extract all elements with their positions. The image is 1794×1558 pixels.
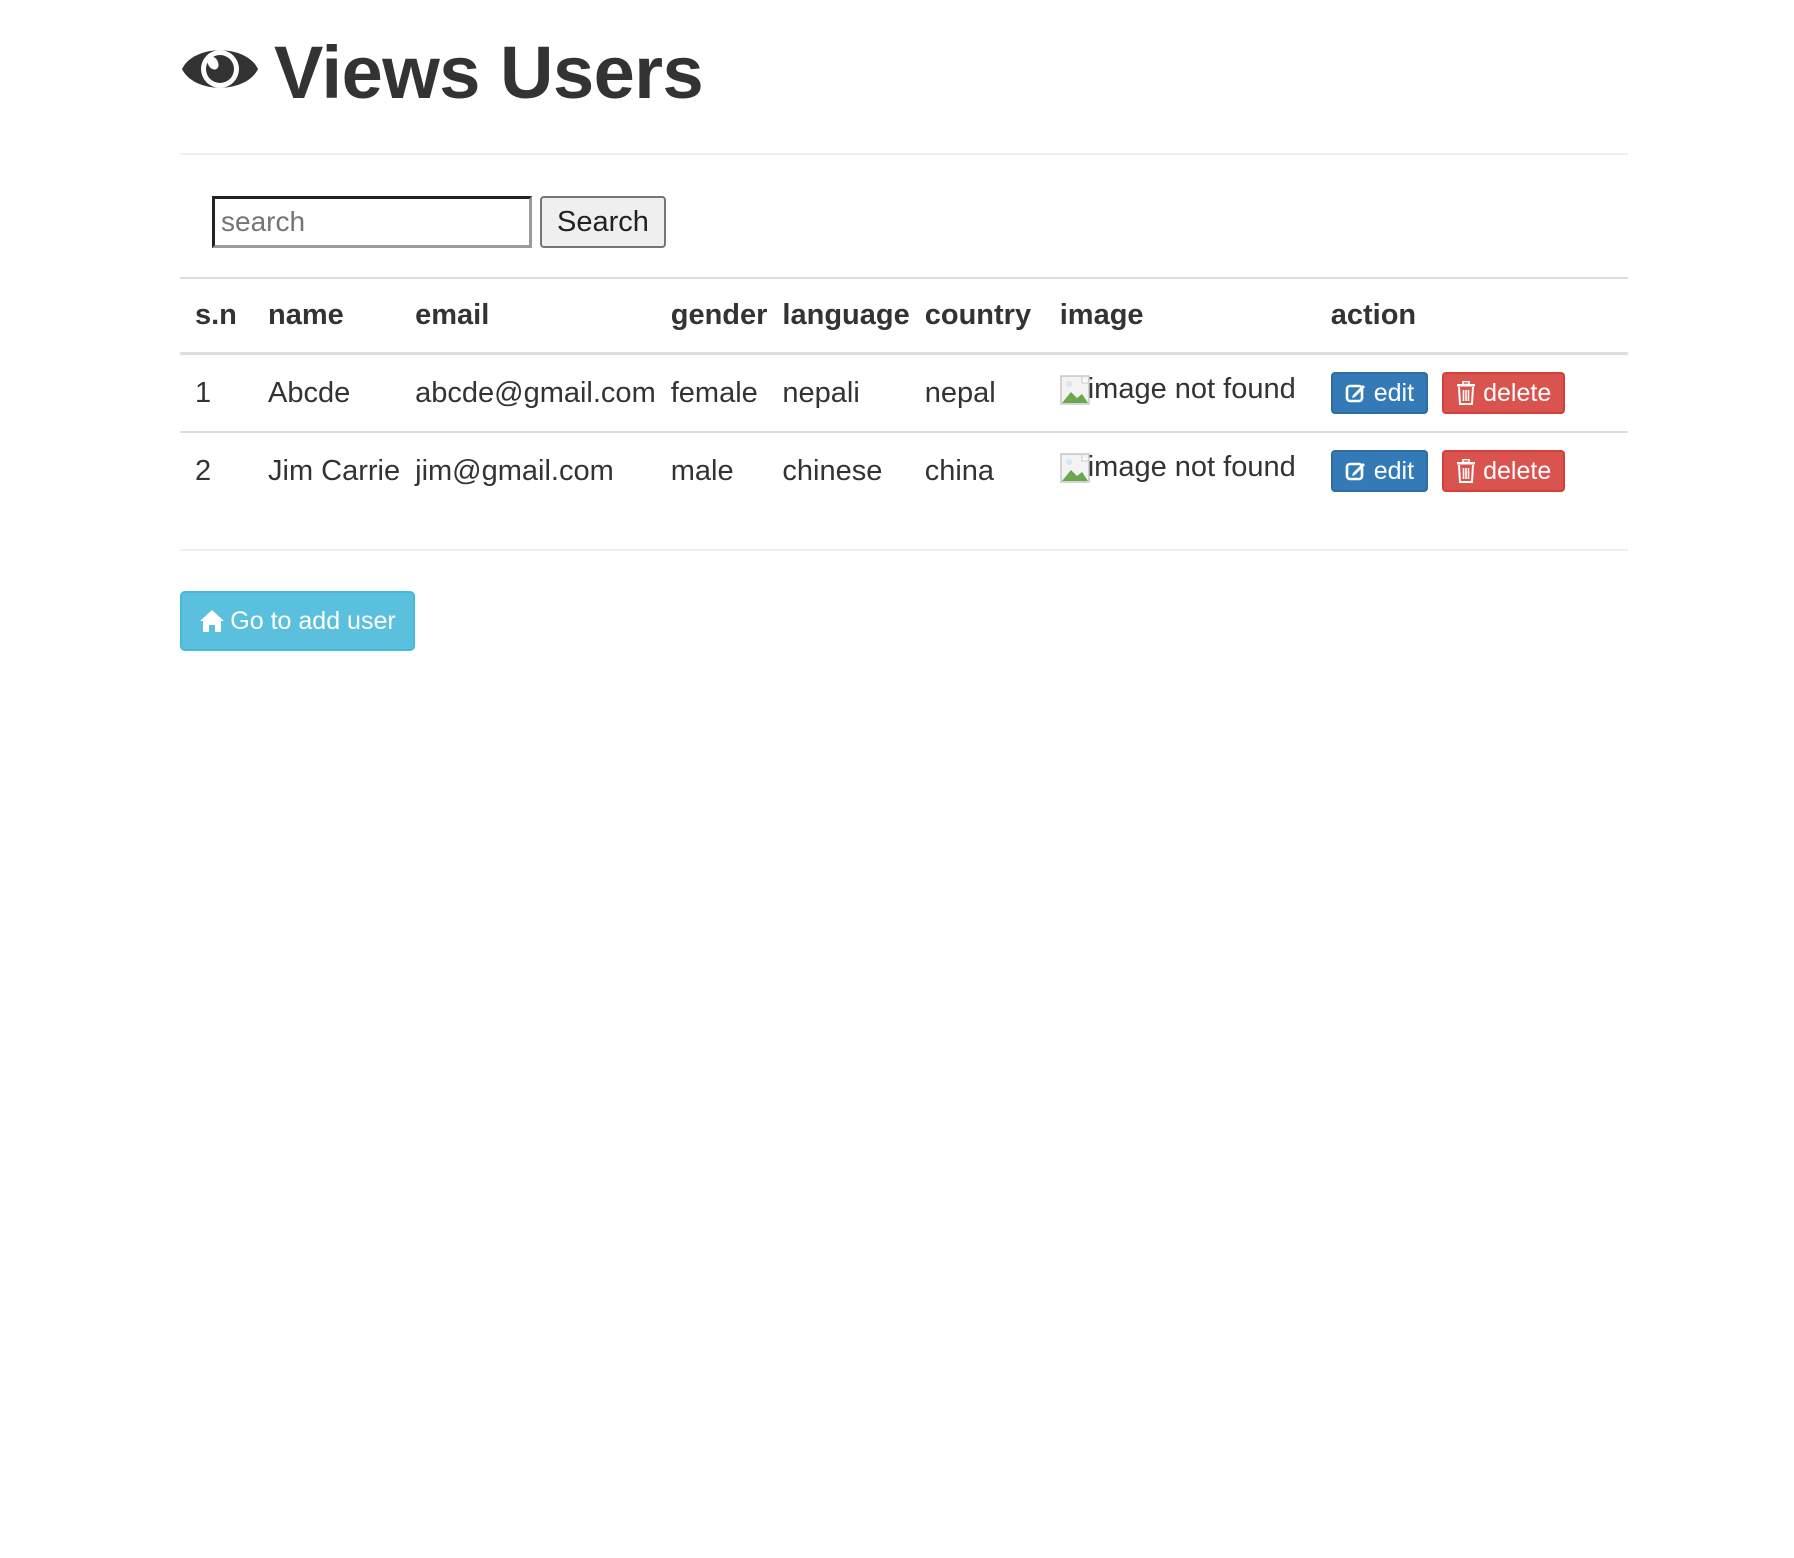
cell-image: image not found: [1045, 432, 1316, 509]
eye-icon: [180, 34, 260, 100]
search-input[interactable]: [212, 196, 532, 248]
delete-button[interactable]: delete: [1442, 372, 1566, 414]
edit-label: edit: [1373, 456, 1415, 485]
table-row: 1 Abcde abcde@gmail.com female nepali ne…: [180, 353, 1628, 433]
column-header-country: country: [909, 277, 1045, 355]
edit-icon: [1345, 384, 1365, 403]
search-button[interactable]: Search: [540, 196, 666, 248]
cell-action: edit delete: [1315, 353, 1628, 433]
cell-language: nepali: [767, 353, 910, 433]
cell-image: image not found: [1044, 353, 1316, 433]
delete-label: delete: [1483, 456, 1552, 485]
column-header-action: action: [1315, 277, 1628, 355]
go-to-add-user-label: Go to add user: [230, 606, 396, 635]
section-divider: [180, 549, 1628, 551]
users-table: s.n name email gender language country i…: [180, 277, 1628, 509]
cell-email: abcde@gmail.com: [400, 353, 656, 433]
edit-button[interactable]: edit: [1330, 450, 1429, 492]
cell-name: Jim Carrie: [268, 454, 401, 487]
cell-language: chinese: [782, 454, 883, 487]
edit-label: edit: [1373, 378, 1415, 407]
column-header-language: language: [767, 277, 910, 355]
trash-icon: [1457, 381, 1476, 405]
image-alt-text: image not found: [1087, 451, 1296, 484]
cell-action: edit delete: [1316, 432, 1628, 509]
cell-name: Abcde: [253, 353, 401, 433]
cell-country: nepal: [909, 353, 1045, 433]
cell-gender: female: [655, 353, 768, 433]
go-to-add-user-button[interactable]: Go to add user: [180, 591, 415, 651]
page-title: Views Users: [274, 31, 704, 114]
column-header-email: email: [400, 277, 656, 355]
broken-image: image not found: [1059, 373, 1296, 406]
cell-email: jim@gmail.com: [415, 454, 614, 487]
edit-icon: [1345, 462, 1365, 481]
image-alt-text: image not found: [1087, 373, 1296, 406]
broken-image: image not found: [1059, 451, 1296, 484]
column-header-image: image: [1044, 277, 1316, 355]
column-header-name: name: [253, 277, 401, 355]
delete-label: delete: [1483, 378, 1552, 407]
cell-country: china: [924, 454, 995, 487]
broken-image-icon: [1059, 375, 1090, 405]
cell-sn: 2: [195, 454, 212, 487]
main-container: Views Users Search s.n name email gender…: [180, 0, 1628, 651]
column-header-gender: gender: [655, 277, 768, 355]
page-header: Views Users: [180, 0, 1628, 155]
column-header-sn: s.n: [180, 277, 253, 355]
broken-image-icon: [1059, 453, 1090, 483]
table-row: 2 Jim Carrie jim@gmail.com male chinese …: [180, 432, 1628, 509]
table-header-row: s.n name email gender language country i…: [180, 277, 1628, 355]
edit-button[interactable]: edit: [1330, 372, 1429, 414]
search-form: Search: [212, 196, 666, 248]
cell-gender: male: [670, 454, 734, 487]
home-icon: [200, 610, 225, 632]
page: Views Users Search s.n name email gender…: [0, 0, 1794, 1558]
cell-sn: 1: [180, 353, 253, 433]
delete-button[interactable]: delete: [1442, 450, 1566, 492]
trash-icon: [1457, 459, 1476, 483]
